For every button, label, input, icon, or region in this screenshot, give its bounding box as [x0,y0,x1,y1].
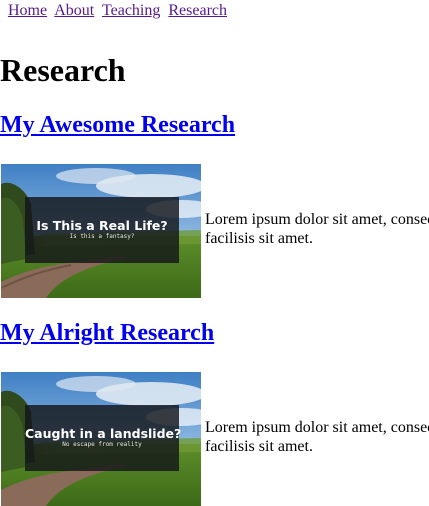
entry-thumbnail-1[interactable]: Is This a Real Life? Is this a fantasy? [1,164,201,298]
excerpt-line: Lorem ipsum dolor sit amet, consec [205,211,429,228]
excerpt-line: facilisis sit amet. [205,438,313,455]
entry-excerpt-2: Lorem ipsum dolor sit amet, consec facil… [205,418,429,456]
top-nav: Home About Teaching Research [8,2,227,20]
nav-link-about[interactable]: About [54,2,94,19]
entry-title-2: My Alright Research [0,319,214,347]
entry-title-link-1[interactable]: My Awesome Research [0,112,235,138]
entry-title-1: My Awesome Research [0,111,235,139]
thumbnail-caption-1: Is This a Real Life? Is this a fantasy? [25,197,179,263]
entry-title-link-2[interactable]: My Alright Research [0,320,214,346]
page-title: Research [0,52,126,88]
nav-link-teaching[interactable]: Teaching [102,2,160,19]
caption-subtitle-1: Is this a fantasy? [69,233,135,240]
thumbnail-caption-2: Caught in a landslide? No escape from re… [25,405,182,471]
entry-excerpt-1: Lorem ipsum dolor sit amet, consec facil… [205,210,429,248]
nav-link-home[interactable]: Home [8,2,47,19]
entry-thumbnail-2[interactable]: Caught in a landslide? No escape from re… [1,372,201,506]
caption-title-1: Is This a Real Life? [36,218,168,233]
excerpt-line: Lorem ipsum dolor sit amet, consec [205,419,429,436]
caption-title-2: Caught in a landslide? [25,426,182,441]
nav-link-research[interactable]: Research [168,2,227,19]
excerpt-line: facilisis sit amet. [205,230,313,247]
caption-subtitle-2: No escape from reality [62,441,142,448]
